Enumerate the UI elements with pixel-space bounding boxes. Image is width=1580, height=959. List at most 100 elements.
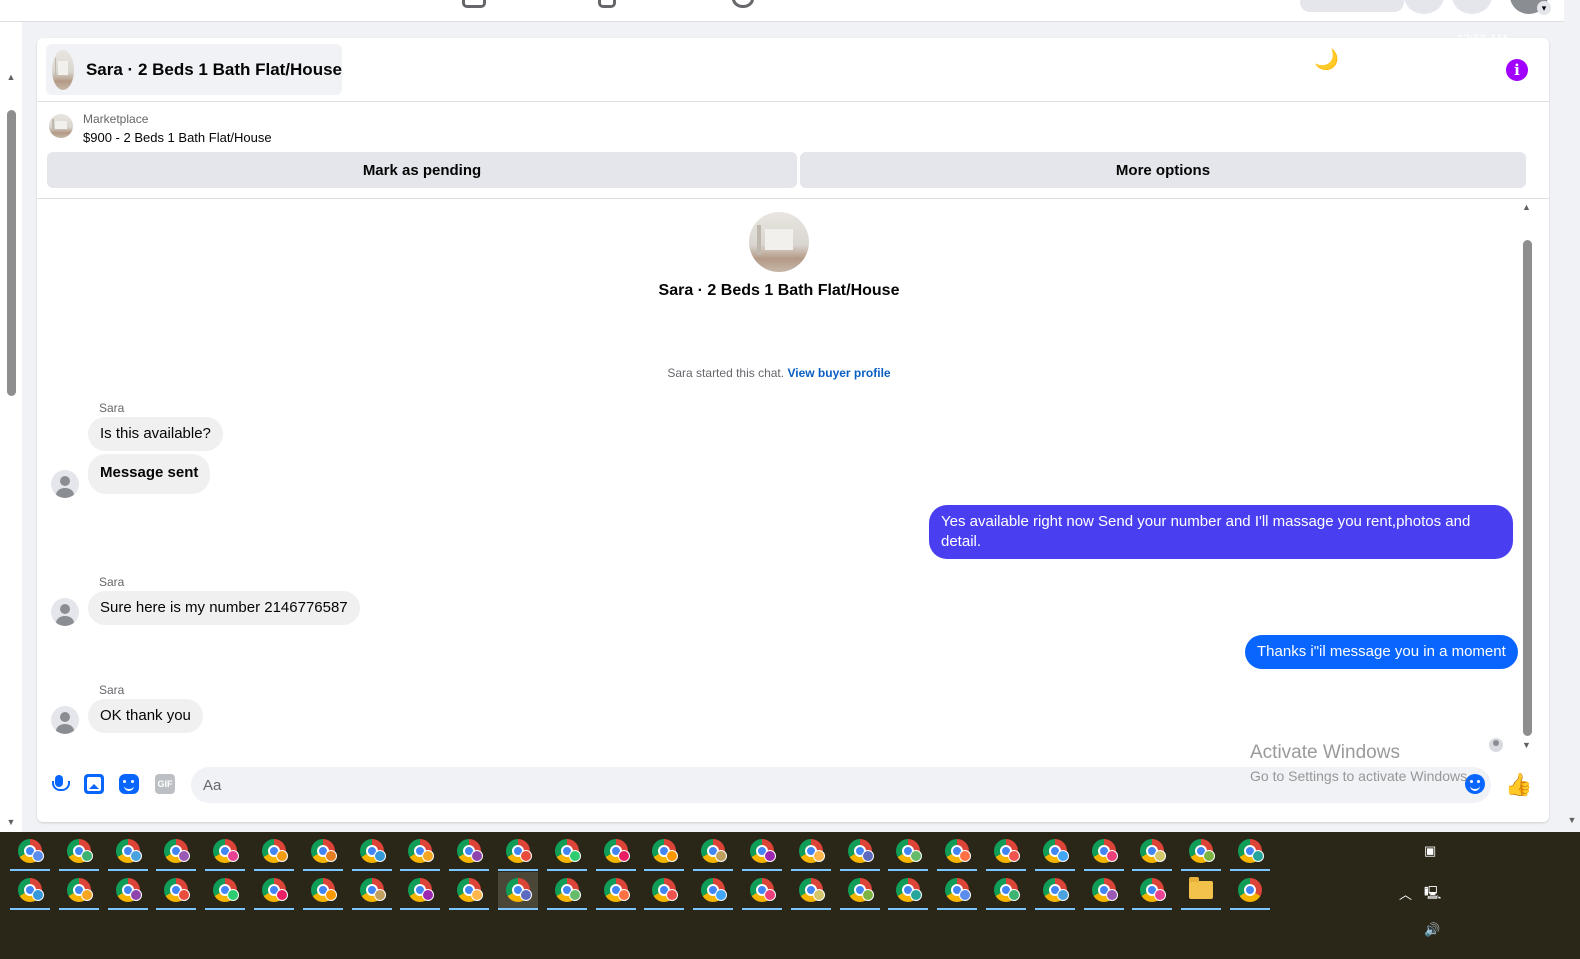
chrome-profile-icon[interactable]	[888, 833, 929, 871]
window-scrollbar[interactable]: ▼	[1564, 0, 1580, 832]
chrome-profile-icon[interactable]	[351, 833, 392, 871]
page-scrollbar[interactable]: ▲ ▼	[0, 22, 22, 832]
volume-icon[interactable]: 🔊	[1424, 922, 1440, 938]
chrome-profile-icon[interactable]	[107, 833, 148, 871]
chrome-profile-icon[interactable]	[546, 872, 587, 910]
incoming-message[interactable]: Is this available?	[88, 417, 223, 451]
chrome-profile-icon[interactable]	[107, 872, 148, 910]
chrome-profile-icon[interactable]	[1083, 872, 1124, 910]
groups-icon[interactable]	[598, 0, 616, 8]
file-explorer-icon[interactable]	[1181, 872, 1222, 910]
chrome-profile-icon[interactable]	[742, 833, 782, 871]
chrome-profile-icon[interactable]	[1230, 872, 1270, 910]
chrome-profile-icon[interactable]	[10, 872, 50, 910]
thumbs-up-icon[interactable]: 👍	[1505, 772, 1532, 798]
chrome-profile-icon[interactable]	[400, 872, 441, 910]
create-button[interactable]	[1300, 0, 1404, 12]
chrome-profile-icon[interactable]	[254, 872, 294, 910]
emoji-icon[interactable]	[1465, 774, 1485, 794]
chrome-profile-icon[interactable]	[498, 872, 538, 910]
outgoing-message[interactable]: Yes available right now Send your number…	[929, 505, 1513, 559]
marketplace-icon[interactable]	[462, 0, 486, 8]
sender-avatar[interactable]	[51, 470, 79, 498]
chrome-profile-icon[interactable]	[888, 872, 929, 910]
chrome-profile-icon[interactable]	[1230, 833, 1270, 871]
chrome-profile-icon[interactable]	[58, 872, 99, 910]
page-scrollbar-thumb[interactable]	[7, 110, 16, 396]
notifications-icon[interactable]	[1452, 0, 1492, 14]
message-thread[interactable]: Sara · 2 Beds 1 Bath Flat/House Sara sta…	[37, 200, 1533, 756]
gaming-icon[interactable]	[732, 0, 754, 8]
chrome-profile-icon[interactable]	[595, 872, 636, 910]
chrome-profile-icon[interactable]	[58, 833, 99, 871]
chevron-down-icon[interactable]: ▾	[1537, 1, 1551, 15]
message-input[interactable]	[191, 767, 1491, 803]
view-buyer-profile-link[interactable]: View buyer profile	[787, 366, 890, 380]
chrome-profile-icon[interactable]	[693, 872, 734, 910]
chrome-profile-icon[interactable]	[351, 872, 392, 910]
chrome-profile-icon[interactable]	[546, 833, 587, 871]
chrome-profile-icon[interactable]	[595, 833, 636, 871]
chrome-profile-icon[interactable]	[400, 833, 441, 871]
chrome-profile-icon[interactable]	[644, 833, 685, 871]
conversation-title-button[interactable]: Sara · 2 Beds 1 Bath Flat/House	[46, 44, 342, 95]
show-hidden-icons-icon[interactable]: ︿	[1399, 884, 1412, 903]
sticker-icon[interactable]	[119, 774, 139, 794]
network-icon[interactable]: 🖳	[1424, 884, 1441, 906]
chrome-profile-icon[interactable]	[1034, 872, 1075, 910]
mark-as-pending-button[interactable]: Mark as pending	[47, 152, 797, 188]
thread-scroll-down-icon[interactable]: ▼	[1522, 740, 1531, 750]
outgoing-message[interactable]: Thanks i"il message you in a moment	[1245, 635, 1518, 669]
chrome-profile-icon[interactable]	[742, 872, 782, 910]
thread-scroll-up-icon[interactable]: ▲	[1522, 202, 1531, 212]
chrome-profile-icon[interactable]	[156, 872, 197, 910]
window-scroll-down-icon[interactable]: ▼	[1565, 815, 1579, 825]
gif-icon[interactable]: GIF	[155, 774, 175, 794]
chrome-profile-icon[interactable]	[790, 872, 831, 910]
listing-thumbnail[interactable]	[49, 114, 73, 138]
chrome-profile-icon[interactable]	[498, 833, 538, 871]
menu-icon[interactable]	[1404, 0, 1444, 14]
scroll-up-arrow-icon[interactable]: ▲	[4, 72, 18, 82]
thread-scrollbar-thumb[interactable]	[1523, 240, 1532, 736]
chrome-profile-icon[interactable]	[986, 833, 1026, 871]
chrome-profile-icon[interactable]	[449, 872, 490, 910]
chrome-profile-icon[interactable]	[302, 872, 343, 910]
chrome-profile-icon[interactable]	[790, 833, 831, 871]
chrome-profile-icon[interactable]	[156, 833, 197, 871]
chrome-profile-icon[interactable]	[986, 872, 1026, 910]
scroll-down-arrow-icon[interactable]: ▼	[4, 817, 18, 827]
chrome-profile-icon[interactable]	[1181, 833, 1222, 871]
sender-avatar[interactable]	[51, 706, 79, 734]
chrome-profile-icon[interactable]	[693, 833, 734, 871]
more-options-button[interactable]: More options	[800, 152, 1526, 188]
chrome-profile-icon[interactable]	[205, 833, 246, 871]
chrome-profile-icon[interactable]	[302, 833, 343, 871]
incoming-message[interactable]: Message sent	[88, 454, 211, 494]
microphone-icon[interactable]	[49, 774, 70, 794]
incoming-message[interactable]: OK thank you	[88, 699, 203, 733]
system-clock[interactable]: 12:58 AM Saturday 3/7/2026	[1444, 28, 1520, 94]
chrome-profile-icon[interactable]	[1132, 833, 1173, 871]
intro-listing-avatar[interactable]	[749, 212, 809, 272]
thread-scrollbar[interactable]: ▲ ▼	[1520, 200, 1534, 760]
sender-avatar[interactable]	[51, 598, 79, 626]
weather-widget[interactable]: 🌙 22°C	[1314, 47, 1378, 72]
chrome-profile-icon[interactable]	[10, 833, 50, 871]
chrome-profile-icon[interactable]	[1034, 833, 1075, 871]
chrome-profile-icon[interactable]	[937, 833, 978, 871]
listing-title[interactable]: $900 - 2 Beds 1 Bath Flat/House	[83, 130, 272, 145]
chrome-profile-icon[interactable]	[644, 872, 685, 910]
notification-center-icon[interactable]	[1527, 52, 1543, 65]
chrome-profile-icon[interactable]	[937, 872, 978, 910]
chrome-profile-icon[interactable]	[1083, 833, 1124, 871]
meet-now-icon[interactable]: ▣	[1424, 843, 1436, 859]
chrome-profile-icon[interactable]	[1132, 872, 1173, 910]
incoming-message[interactable]: Sure here is my number 2146776587	[88, 591, 360, 625]
photo-icon[interactable]	[84, 774, 104, 794]
chrome-profile-icon[interactable]	[449, 833, 490, 871]
chrome-profile-icon[interactable]	[839, 872, 880, 910]
chrome-profile-icon[interactable]	[254, 833, 294, 871]
chrome-profile-icon[interactable]	[205, 872, 246, 910]
chrome-profile-icon[interactable]	[839, 833, 880, 871]
